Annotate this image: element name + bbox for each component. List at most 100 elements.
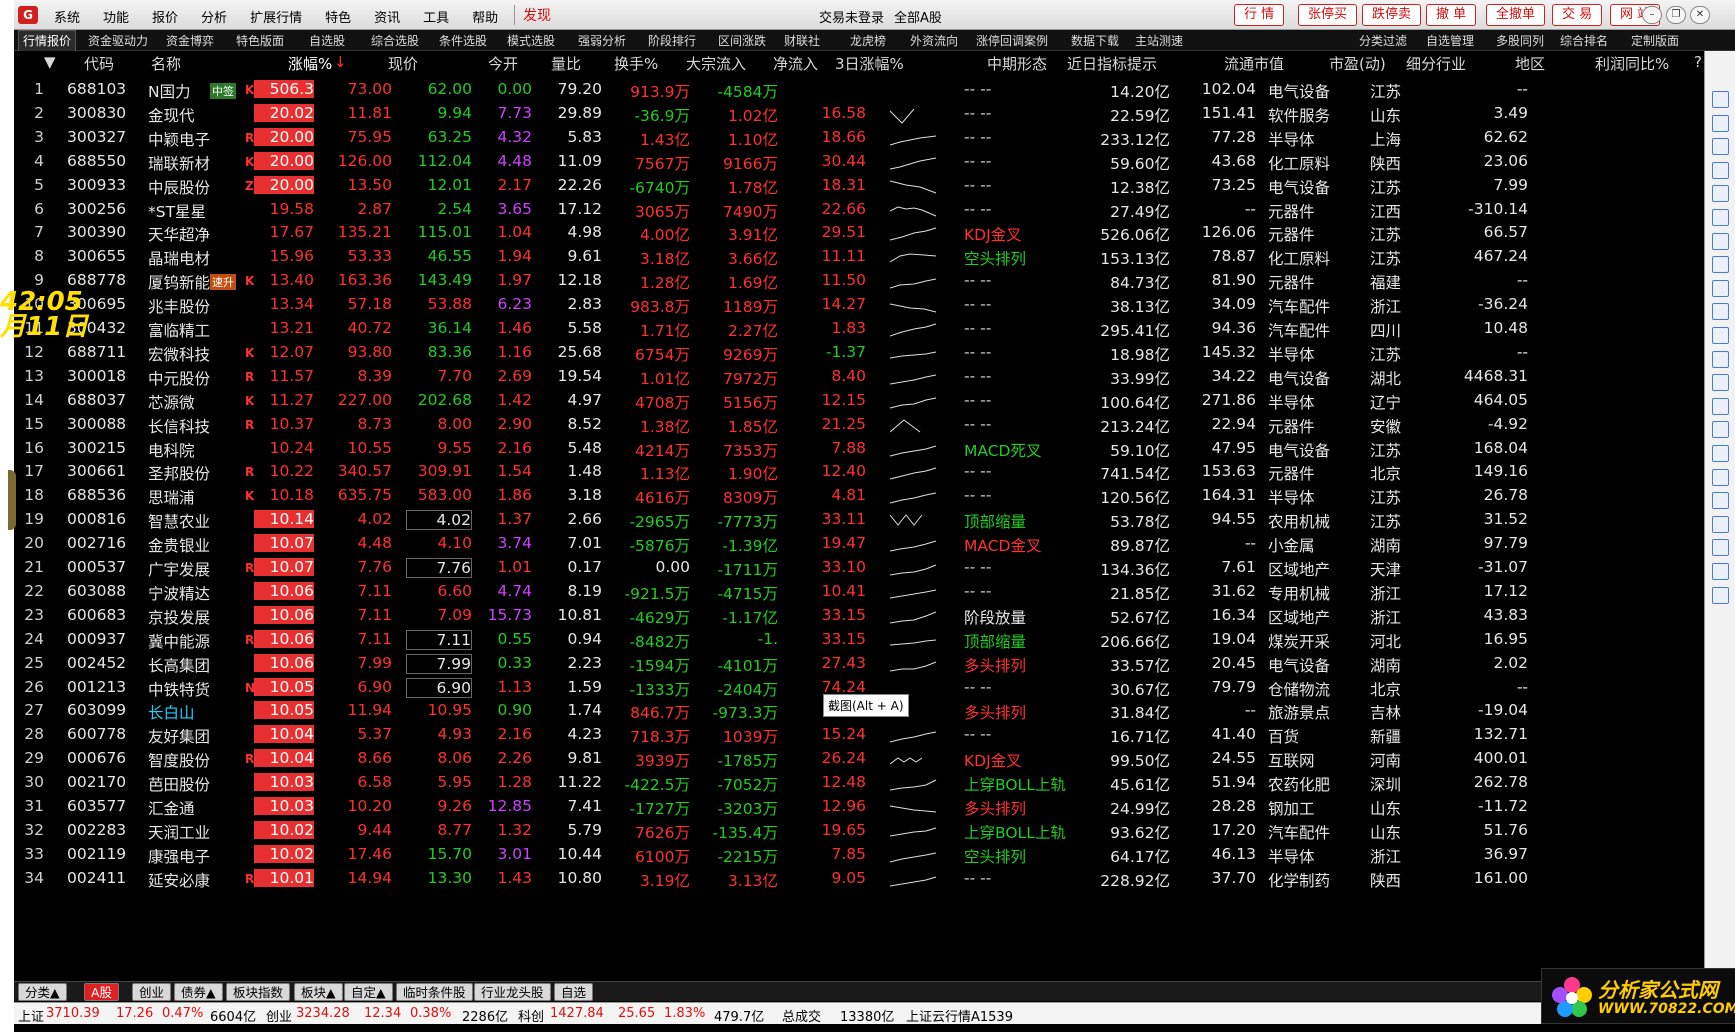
stock-name[interactable]: 瑞联新材 [148,152,210,174]
column-header[interactable]: 地区 [1515,53,1545,74]
stock-name[interactable]: 富临精工 [148,319,210,341]
stock-name[interactable]: 延安必康 [148,869,210,891]
table-row[interactable]: 9 688778 厦钨新能 速升 K 13.40 163.36 143.49 1.97 12.18… [14,268,1704,294]
brand-url[interactable]: WWW.70822.COM [1598,1001,1735,1017]
menu-item[interactable]: 资讯 [374,11,400,26]
stock-code[interactable]: 000937 [67,630,126,648]
column-header[interactable]: 细分行业 [1406,53,1466,74]
table-row[interactable]: 15 300088 长信科技 R 10.37 8.73 8.00 2.90 8.52 1.38亿 1… [14,412,1704,438]
table-row[interactable]: 25 002452 长高集团 10.06 7.99 7.99 0.33 2.23 -1594万 -… [14,651,1704,677]
table-row[interactable]: 16 300215 电科院 10.24 10.55 9.55 2.16 5.48 4214万 73… [14,436,1704,462]
toolbar-item[interactable]: 分类过滤 [1359,32,1407,49]
tool-icon[interactable] [1712,209,1729,226]
tool-icon[interactable] [1712,138,1729,156]
column-header[interactable]: 换手% [614,53,658,74]
market-tab[interactable]: 债券▲ [174,983,223,1001]
stock-name[interactable]: 中元股份 [148,367,210,389]
menu-discover[interactable]: 发现 [514,5,551,25]
restore-icon[interactable]: ❐ [1666,6,1686,24]
table-row[interactable]: 14 688037 芯源微 K 11.27 227.00 202.68 1.42 4.97 470… [14,388,1704,414]
tool-icon[interactable] [1712,303,1729,321]
menu-item[interactable]: 功能 [103,11,129,26]
stock-name[interactable]: 汇金通 [148,797,195,819]
market-tab[interactable]: 板块▲ [294,983,343,1001]
toolbar-item[interactable]: 定制版面 [1631,32,1679,49]
table-row[interactable]: 18 688536 思瑞浦 K 10.18 635.75 583.00 1.86 3.18 461… [14,483,1704,509]
stock-code[interactable]: 000676 [67,749,126,767]
menu-item[interactable]: 帮助 [472,11,498,26]
table-row[interactable]: 22 603088 宁波精达 10.06 7.11 6.60 4.74 8.19 -921.5万… [14,579,1704,605]
table-row[interactable]: 8 300655 晶瑞电材 15.96 53.33 46.55 1.94 9.61 3.18亿 3… [14,244,1704,270]
stock-name[interactable]: 宁波精达 [148,582,210,604]
table-row[interactable]: 11 300432 富临精工 13.21 40.72 36.14 1.46 5.58 1.71亿… [14,316,1704,342]
toolbar-item[interactable]: 数据下载 [1071,32,1119,49]
table-row[interactable]: 12 688711 宏微科技 K 12.07 93.80 83.36 1.16 25.68 675… [14,340,1704,366]
column-header[interactable]: 涨幅% [288,53,332,74]
toolbar-item[interactable]: 财联社 [784,32,820,49]
market-tab[interactable]: 分类▲ [18,983,67,1001]
stock-name[interactable]: 康强电子 [148,845,210,867]
toolbar-item[interactable]: 模式选股 [507,32,555,49]
market-tab[interactable]: 自选 [554,983,594,1001]
stock-name[interactable]: N国力 [148,80,191,102]
tool-icon[interactable] [1712,327,1729,344]
toolbar-item[interactable]: 特色版面 [236,32,284,49]
market-tab[interactable]: 板块指数 [226,983,291,1001]
stock-code[interactable]: 688536 [67,486,126,504]
quick-button[interactable]: 撤 单 [1426,4,1477,26]
toolbar-item[interactable]: 自选管理 [1426,32,1474,49]
stock-code[interactable]: 002411 [67,869,126,887]
table-row[interactable]: 23 600683 京投发展 10.06 7.11 7.09 15.73 10.81 -4629… [14,603,1704,629]
toolbar-item[interactable]: 行情报价 [18,30,77,51]
stock-code[interactable]: 603088 [67,582,126,600]
stock-code[interactable]: 600778 [67,725,126,743]
stock-name[interactable]: 中辰股份 [148,176,210,198]
stock-name[interactable]: 友好集团 [148,725,210,747]
tool-icon[interactable] [1712,586,1729,604]
tool-icon[interactable] [1712,421,1729,439]
tool-icon[interactable] [1712,232,1729,250]
column-header[interactable]: 代码 [84,53,114,74]
column-header[interactable]: 现价 [388,53,418,74]
stock-name[interactable]: 天润工业 [148,821,210,843]
stock-name[interactable]: 长高集团 [148,654,210,676]
tool-icon[interactable] [1712,515,1729,533]
tool-icon[interactable] [1712,91,1729,108]
stock-name[interactable]: 厦钨新能 [148,271,210,293]
menu-item[interactable]: 扩展行情 [250,11,302,26]
stock-name[interactable]: 长信科技 [148,415,210,437]
tool-icon[interactable] [1712,445,1729,462]
stock-code[interactable]: 688711 [67,343,126,361]
column-header[interactable]: 今开 [488,53,518,74]
market-tab[interactable]: 临时条件股 [396,983,473,1001]
toolbar-item[interactable]: 多股同列 [1496,32,1544,49]
toolbar-item[interactable]: 主站测速 [1135,32,1183,49]
stock-name[interactable]: 兆丰股份 [148,295,210,317]
stock-code[interactable]: 002170 [67,773,126,791]
table-row[interactable]: 7 300390 天华超净 17.67 135.21 115.01 1.04 4.98 4.00… [14,220,1704,246]
table-row[interactable]: 3 300327 中颖电子 R 20.00 75.95 63.25 4.32 5.83 1.43亿… [14,125,1704,151]
stock-code[interactable]: 300390 [67,223,126,241]
toolbar-item[interactable]: 综合选股 [371,32,419,49]
market-tab[interactable]: 创业 [132,983,172,1001]
cy-index-value[interactable]: 3234.28 [296,1006,350,1021]
tool-icon[interactable] [1712,397,1729,415]
toolbar-item[interactable]: 阶段排行 [648,32,696,49]
help-icon[interactable]: ? [1694,53,1702,71]
stock-code[interactable]: 001213 [67,678,126,696]
stock-code[interactable]: 002452 [67,654,126,672]
quick-button[interactable]: 跌停卖 [1362,4,1422,26]
toolbar-item[interactable]: 资金驱动力 [88,32,148,49]
stock-code[interactable]: 603577 [67,797,126,815]
stock-code[interactable]: 300933 [67,176,126,194]
table-row[interactable]: 2 300830 金现代 20.02 11.81 9.94 7.73 29.89 -36.9万 1… [14,101,1704,127]
table-row[interactable]: 32 002283 天润工业 10.02 9.44 8.77 1.32 5.79 7626万 -1… [14,818,1704,844]
table-row[interactable]: 34 002411 延安必康 R 10.01 14.94 13.30 1.43 10.80 3.1… [14,866,1704,892]
stock-name[interactable]: 金现代 [148,104,195,126]
table-row[interactable]: 33 002119 康强电子 10.02 17.46 15.70 3.01 10.44 6100… [14,842,1704,868]
toolbar-item[interactable]: 涨停回调案例 [976,32,1048,49]
column-header[interactable]: 大宗流入 [686,53,746,74]
status-text[interactable]: 全部A股 [894,11,942,26]
toolbar-item[interactable]: 区间涨跌 [718,32,766,49]
stock-code[interactable]: 300327 [67,128,126,146]
